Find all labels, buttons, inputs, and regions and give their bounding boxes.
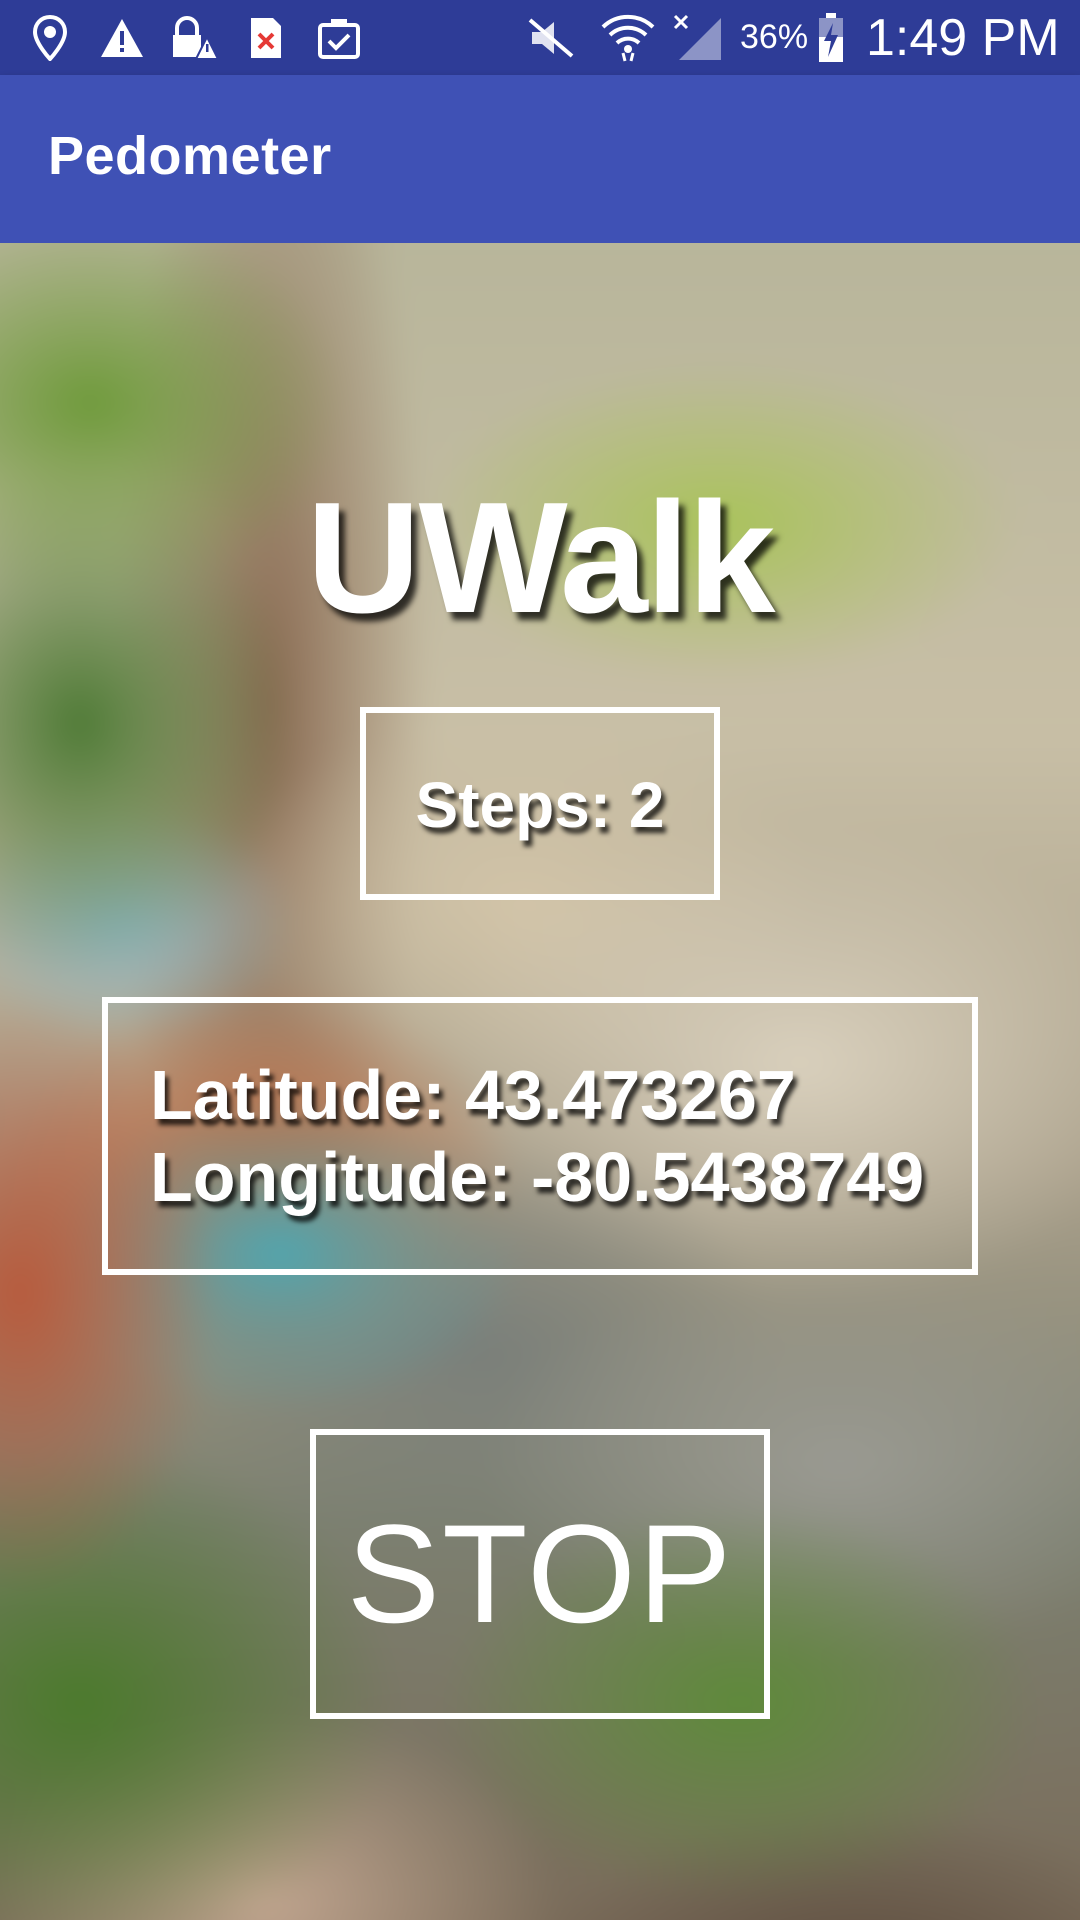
longitude-text: Longitude: -80.5438749 (150, 1138, 925, 1216)
stop-button[interactable]: STOP (310, 1429, 770, 1719)
warning-icon (98, 14, 146, 62)
location-icon (30, 14, 70, 62)
no-signal-icon (672, 14, 724, 62)
steps-count: Steps: 2 (415, 769, 665, 841)
status-bar: 36% 1:49 PM (0, 0, 1080, 75)
app-title: UWalk (306, 470, 775, 646)
clock: 1:49 PM (866, 8, 1060, 67)
clipboard-check-icon (316, 14, 362, 62)
stop-button-label: STOP (346, 1495, 734, 1652)
app-bar-title: Pedometer (48, 126, 332, 186)
battery-percentage: 36% (740, 18, 809, 56)
wifi-icon (600, 14, 656, 62)
app-bar: Pedometer (0, 75, 1080, 243)
sim-error-icon (248, 14, 284, 62)
latitude-text: Latitude: 43.473267 (150, 1056, 796, 1134)
mute-icon (528, 14, 574, 62)
location-box (102, 997, 978, 1275)
battery-charging-icon (818, 13, 844, 62)
lock-warning-icon (168, 14, 220, 62)
